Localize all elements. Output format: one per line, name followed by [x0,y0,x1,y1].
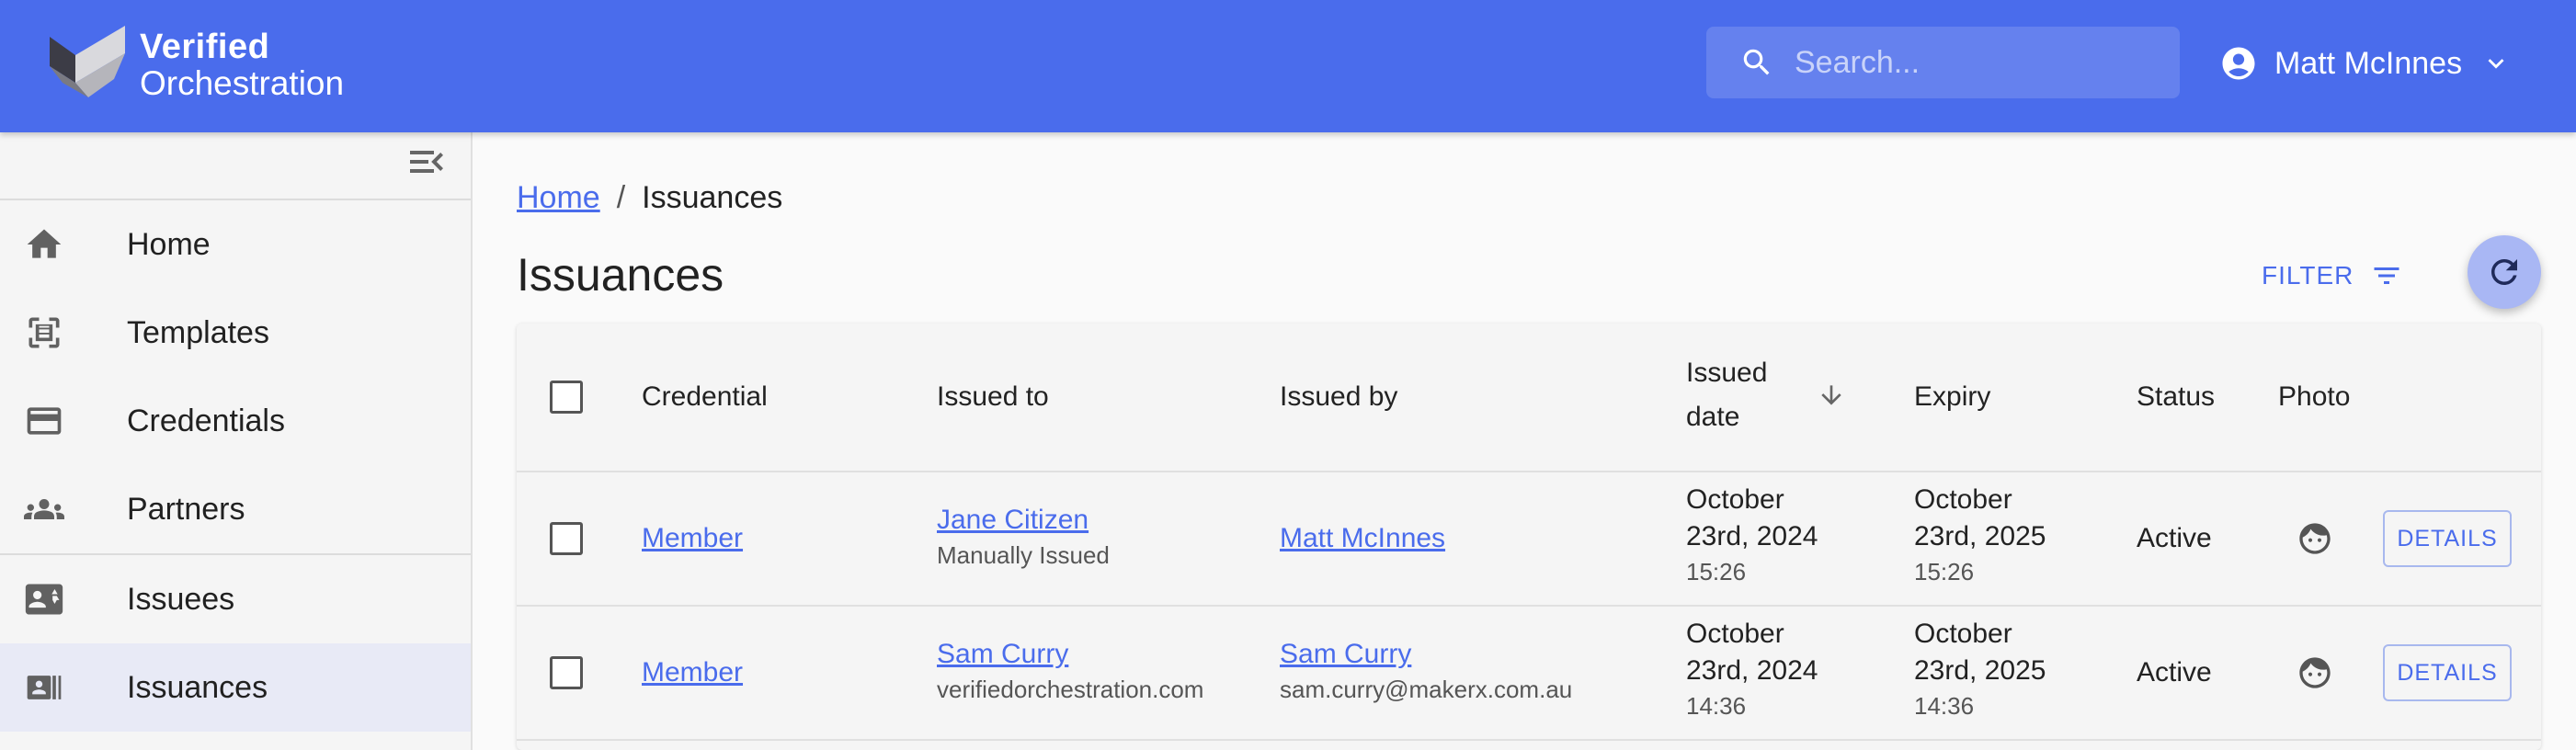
expiry-time: 15:26 [1914,558,1975,585]
header-status[interactable]: Status [2137,375,2215,419]
sidebar-item-credentials[interactable]: Credentials [0,377,471,465]
user-name: Matt McInnes [2274,45,2463,81]
face-icon [2299,523,2331,554]
expiry-date-line1: October [1914,619,2012,649]
issued-to-link[interactable]: Jane Citizen [937,502,1089,539]
sidebar-item-label: Partners [127,491,245,527]
sort-arrow-down-icon[interactable] [1817,381,1846,410]
face-icon [2299,657,2331,688]
sidebar-item-issuees[interactable]: Issuees [0,555,471,643]
credential-link[interactable]: Member [642,654,743,691]
issuances-table: Credential Issued to Issued by Issued da… [517,324,2541,750]
verified-orchestration-logo[interactable] [50,26,125,97]
sidebar-item-label: Home [127,226,211,262]
expiry-date-line1: October [1914,484,2012,515]
details-button[interactable]: DETAILS [2383,644,2512,701]
status-text: Active [2137,523,2212,553]
status-text: Active [2137,657,2212,688]
brand-line-2: Orchestration [140,64,345,102]
filter-list-icon [2374,267,2399,284]
row-checkbox[interactable] [550,656,583,689]
row-divider [517,471,2541,472]
sidebar-item-label: Issuees [127,581,235,617]
header-expiry[interactable]: Expiry [1914,375,1990,419]
sidebar: Home Templates Credentials Partners Issu… [0,132,473,750]
header-issued-date-line2: date [1686,402,1740,432]
issued-by-link[interactable]: Sam Curry [1280,636,1411,673]
sidebar-item-label: Credentials [127,403,285,438]
contact-card-icon [25,584,63,615]
brand-line-1: Verified [140,28,270,66]
page-title: Issuances [517,249,724,301]
group-icon [24,499,64,519]
header-credential[interactable]: Credential [642,375,768,419]
filter-label: FILTER [2262,261,2354,290]
issued-date-line1: October [1686,619,1784,649]
home-icon [27,229,62,258]
header-issued-date[interactable]: Issued date [1686,351,1767,439]
search-icon [1743,49,1770,75]
sidebar-item-label: Templates [127,314,269,350]
filter-button[interactable]: FILTER [2262,256,2403,296]
breadcrumb-separator: / [616,180,626,215]
issued-to-link[interactable]: Sam Curry [937,636,1068,673]
credential-link[interactable]: Member [642,520,743,557]
issued-time: 15:26 [1686,558,1747,585]
issued-to-sub: Manually Issued [937,541,1110,569]
issued-to-sub: verifiedorchestration.com [937,676,1204,703]
templates-icon [28,317,60,348]
header-issued-by[interactable]: Issued by [1280,375,1397,419]
brand-name[interactable]: Verified Orchestration [140,29,344,100]
expiry-date-line2: 23rd, 2025 [1914,521,2046,551]
issued-date-line1: October [1686,484,1784,515]
select-all-checkbox[interactable] [550,381,583,414]
issued-date-line2: 23rd, 2024 [1686,655,1818,686]
details-button[interactable]: DETAILS [2383,510,2512,567]
row-divider [517,605,2541,607]
menu-collapse-icon[interactable] [405,140,449,184]
breadcrumb: Home / Issuances [517,180,782,216]
chevron-down-icon [2488,59,2504,69]
issued-date-line2: 23rd, 2024 [1686,521,1818,551]
issued-time: 14:36 [1686,692,1747,720]
row-divider [517,739,2541,741]
refresh-icon [2491,259,2517,285]
issued-by-sub: sam.curry@makerx.com.au [1280,676,1573,703]
sidebar-item-partners[interactable]: Partners [0,465,471,553]
account-circle-icon [2222,47,2255,80]
header-issued-date-line1: Issued [1686,358,1768,388]
sidebar-item-issuances[interactable]: Issuances [0,643,471,732]
issuances-icon [27,676,62,699]
header-photo: Photo [2278,381,2351,412]
user-menu[interactable]: Matt McInnes [2219,31,2512,96]
sidebar-item-home[interactable]: Home [0,200,471,289]
search-input[interactable] [1795,27,2162,98]
sidebar-item-templates[interactable]: Templates [0,289,471,377]
refresh-button[interactable] [2468,235,2541,309]
expiry-date-line2: 23rd, 2025 [1914,655,2046,686]
credit-card-icon [27,407,62,435]
issued-by-link[interactable]: Matt McInnes [1280,520,1445,557]
header-issued-to[interactable]: Issued to [937,375,1049,419]
sidebar-item-label: Issuances [127,669,268,705]
breadcrumb-current: Issuances [642,180,783,215]
app-bar: Verified Orchestration Matt McInnes [0,0,2576,132]
breadcrumb-home-link[interactable]: Home [517,180,600,215]
search-box[interactable] [1706,27,2180,98]
row-checkbox[interactable] [550,522,583,555]
expiry-time: 14:36 [1914,692,1975,720]
